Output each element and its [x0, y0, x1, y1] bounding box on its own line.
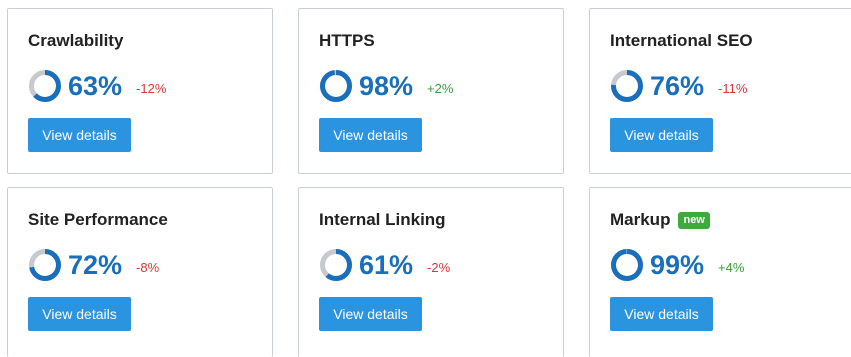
score-percent: 72% [68, 250, 123, 280]
card-internal-linking: Internal Linking 61% -2% View details [298, 187, 564, 357]
donut-progress-icon [29, 249, 61, 281]
view-details-button[interactable]: View details [319, 118, 422, 152]
donut-progress-icon [320, 70, 352, 102]
metric-row: 99% +4% [610, 245, 744, 285]
card-international-seo: International SEO 76% -11% View details [589, 8, 851, 174]
card-header: Markup new [610, 210, 710, 230]
score-change: -8% [136, 260, 160, 275]
card-header: Crawlability [28, 31, 123, 51]
view-details-button[interactable]: View details [319, 297, 422, 331]
score-percent: 99% [650, 250, 705, 280]
score-change: -2% [427, 260, 451, 275]
view-details-button[interactable]: View details [28, 118, 131, 152]
metric-row: 61% -2% [319, 245, 450, 285]
card-title: Internal Linking [319, 210, 446, 229]
card-header: International SEO [610, 31, 753, 51]
new-badge: new [678, 211, 710, 229]
card-site-performance: Site Performance 72% -8% View details [7, 187, 273, 357]
score-percent: 63% [68, 71, 123, 101]
donut-progress-icon [320, 249, 352, 281]
card-header: Internal Linking [319, 210, 446, 230]
donut-progress-icon [611, 70, 643, 102]
card-title: HTTPS [319, 31, 375, 50]
card-https: HTTPS 98% +2% View details [298, 8, 564, 174]
card-header: Site Performance [28, 210, 168, 230]
card-title: Crawlability [28, 31, 124, 50]
card-header: HTTPS [319, 31, 375, 51]
card-markup: Markup new 99% +4% View details [589, 187, 851, 357]
score-percent: 98% [359, 71, 414, 101]
metric-row: 76% -11% [610, 66, 747, 106]
card-title: Site Performance [28, 210, 168, 229]
donut-progress-icon [611, 249, 643, 281]
card-title: Markup [610, 210, 671, 229]
score-percent: 61% [359, 250, 414, 280]
score-change: +4% [718, 260, 745, 275]
view-details-button[interactable]: View details [28, 297, 131, 331]
donut-progress-icon [29, 70, 61, 102]
view-details-button[interactable]: View details [610, 118, 713, 152]
metric-row: 63% -12% [28, 66, 166, 106]
card-crawlability: Crawlability 63% -12% View details [7, 8, 273, 174]
score-change: +2% [427, 81, 454, 96]
metric-row: 72% -8% [28, 245, 159, 285]
score-percent: 76% [650, 71, 705, 101]
score-change: -11% [718, 81, 748, 96]
score-change: -12% [136, 81, 167, 96]
donut-arc [611, 249, 643, 281]
view-details-button[interactable]: View details [610, 297, 713, 331]
card-title: International SEO [610, 31, 753, 50]
metric-row: 98% +2% [319, 66, 453, 106]
donut-arc [320, 70, 352, 102]
